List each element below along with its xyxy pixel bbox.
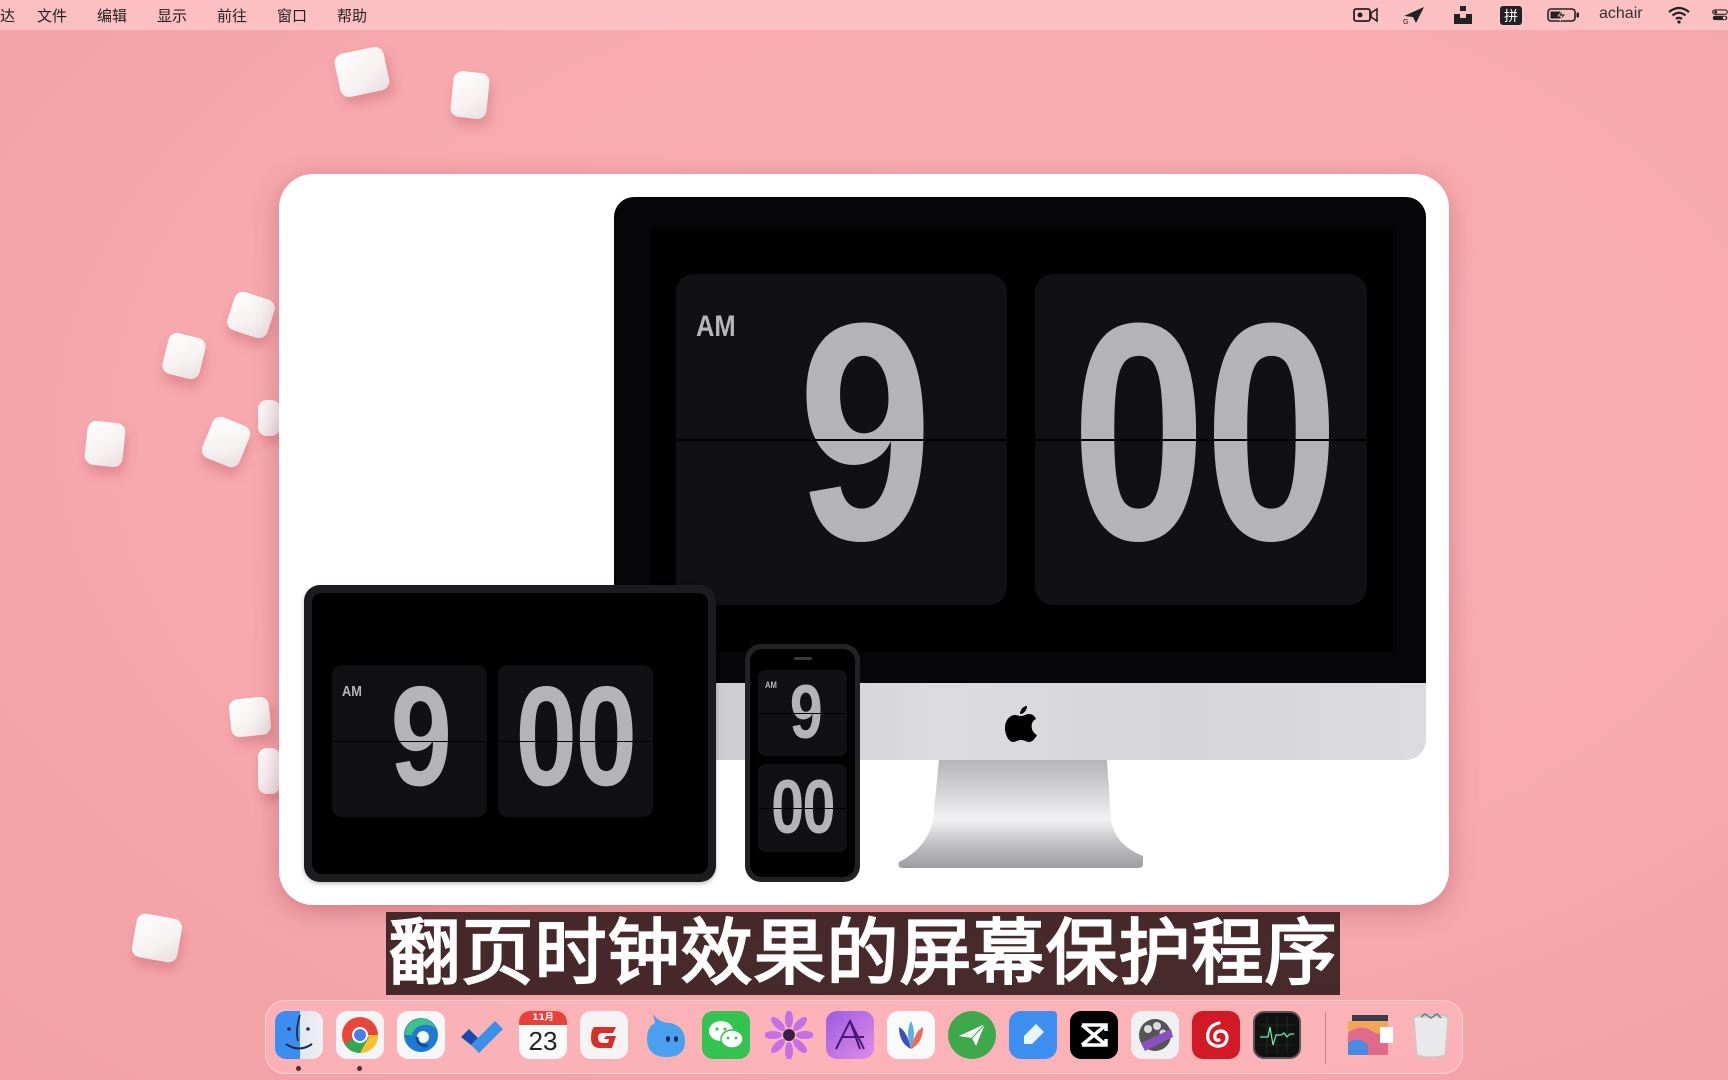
pen-icon <box>1024 1024 1044 1044</box>
dock-chrome[interactable] <box>336 1011 384 1059</box>
ipad-screen: AM 9 00 <box>312 593 708 874</box>
finder-icon <box>285 1014 313 1050</box>
marshmallow-decoration <box>449 70 491 120</box>
dock-netease-music[interactable] <box>1192 1011 1240 1059</box>
marshmallow-decoration <box>258 400 280 436</box>
dock-affinity-photo[interactable] <box>826 1011 874 1059</box>
ipad-minute-flip-card: 00 <box>498 665 653 817</box>
dock-pen-app[interactable] <box>1009 1011 1057 1059</box>
menubar: 达 文件 编辑 显示 前往 窗口 帮助 G 拼 achair <box>0 0 1728 30</box>
wechat-icon <box>709 1021 744 1049</box>
flip-divider <box>332 741 487 742</box>
activity-monitor-icon <box>1259 1017 1295 1053</box>
dock-wechat[interactable] <box>702 1011 750 1059</box>
dock-separator <box>1325 1012 1326 1064</box>
dock-mindnode[interactable] <box>887 1011 935 1059</box>
dock-gallery-stack[interactable] <box>1346 1011 1394 1059</box>
ipad-minute-digits: 00 <box>515 665 637 816</box>
menu-window[interactable]: 窗口 <box>277 5 307 26</box>
menu-go[interactable]: 前往 <box>217 5 247 26</box>
flip-divider <box>676 439 1007 441</box>
dock-todo[interactable] <box>458 1011 506 1059</box>
affinity-photo-icon <box>835 1018 865 1050</box>
marshmallow-decoration <box>130 912 184 964</box>
dock-foxit[interactable] <box>580 1011 628 1059</box>
purple-flower-icon <box>765 1011 813 1059</box>
video-caption: 翻页时钟效果的屏幕保护程序 <box>386 912 1340 995</box>
imac-minute-digits: 00 <box>1071 274 1339 605</box>
menu-app-name[interactable]: 达 <box>0 5 15 26</box>
imac-chin <box>614 683 1426 760</box>
ipad-period-label: AM <box>342 683 362 700</box>
dock-flower-app[interactable] <box>765 1011 813 1059</box>
chrome-icon <box>342 1017 378 1053</box>
iphone-device: AM 9 00 <box>745 644 860 882</box>
imac-hour-digit: 9 <box>798 274 932 605</box>
marshmallow-decoration <box>199 414 253 470</box>
battery-charging-icon[interactable] <box>1547 5 1581 25</box>
apple-logo-icon <box>1004 705 1038 747</box>
send-icon[interactable]: G <box>1402 5 1426 25</box>
dock-final-cut[interactable] <box>1131 1011 1179 1059</box>
running-indicator <box>357 1066 362 1071</box>
flip-divider <box>758 808 847 809</box>
svg-text:G: G <box>1403 19 1408 25</box>
todo-check-icon <box>461 1021 503 1053</box>
calendar-month: 11月 <box>519 1011 567 1025</box>
menu-file[interactable]: 文件 <box>37 5 67 26</box>
blue-droplet-icon <box>647 1014 685 1057</box>
iphone-minute-flip-card: 00 <box>758 764 847 852</box>
capcut-icon <box>1080 1023 1108 1047</box>
marshmallow-decoration <box>332 45 392 99</box>
final-cut-icon <box>1139 1019 1173 1051</box>
edge-icon <box>404 1018 438 1052</box>
flip-divider <box>1035 439 1367 441</box>
netease-music-icon <box>1206 1021 1229 1048</box>
gallery-stack-icon <box>1348 1015 1393 1055</box>
imac-stand <box>897 760 1145 870</box>
ipad-device: AM 9 00 <box>304 585 716 882</box>
dock-chat-droplet[interactable] <box>641 1011 689 1059</box>
input-method-label: 拼 <box>1504 8 1518 25</box>
imac-hour-flip-card: AM 9 <box>676 274 1007 605</box>
ipad-hour-flip-card: AM 9 <box>332 665 487 817</box>
input-method-icon[interactable]: 拼 <box>1500 6 1522 25</box>
flip-divider <box>498 741 653 742</box>
flip-divider <box>758 713 847 714</box>
marshmallow-decoration <box>258 748 280 794</box>
dock-trash[interactable] <box>1407 1011 1455 1059</box>
trash-icon <box>1413 1013 1449 1058</box>
user-name[interactable]: achair <box>1599 5 1643 23</box>
mindnode-leaf-icon <box>899 1021 923 1049</box>
imac-period-label: AM <box>696 310 736 343</box>
ipad-hour-digit: 9 <box>390 665 452 816</box>
iphone-hour-flip-card: AM 9 <box>758 670 847 756</box>
marshmallow-decoration <box>83 420 127 468</box>
running-indicator <box>296 1066 301 1071</box>
control-center-icon[interactable] <box>1712 5 1728 25</box>
iphone-speaker <box>793 657 812 660</box>
wifi-icon[interactable] <box>1668 5 1690 25</box>
screen-record-icon[interactable] <box>1353 5 1379 25</box>
dock-paper-plane-app[interactable] <box>948 1011 996 1059</box>
marshmallow-decoration <box>160 331 208 381</box>
foxit-g-icon <box>591 1027 616 1048</box>
iphone-screen: AM 9 00 <box>750 649 855 877</box>
marshmallow-decoration <box>228 696 272 738</box>
imac-minute-flip-card: 00 <box>1035 274 1367 605</box>
dock-finder[interactable] <box>275 1011 323 1059</box>
dock-activity-monitor[interactable] <box>1253 1011 1301 1059</box>
paper-plane-icon <box>959 1023 986 1046</box>
calendar-day: 23 <box>528 1026 558 1056</box>
menu-edit[interactable]: 编辑 <box>97 5 127 26</box>
dock-capcut[interactable] <box>1070 1011 1118 1059</box>
dock-edge[interactable] <box>397 1011 445 1059</box>
menu-help[interactable]: 帮助 <box>337 5 367 26</box>
menu-view[interactable]: 显示 <box>157 5 187 26</box>
dock-calendar[interactable]: 11月 23 <box>519 1011 567 1059</box>
box-icon[interactable] <box>1452 5 1474 25</box>
marshmallow-decoration <box>224 289 278 341</box>
